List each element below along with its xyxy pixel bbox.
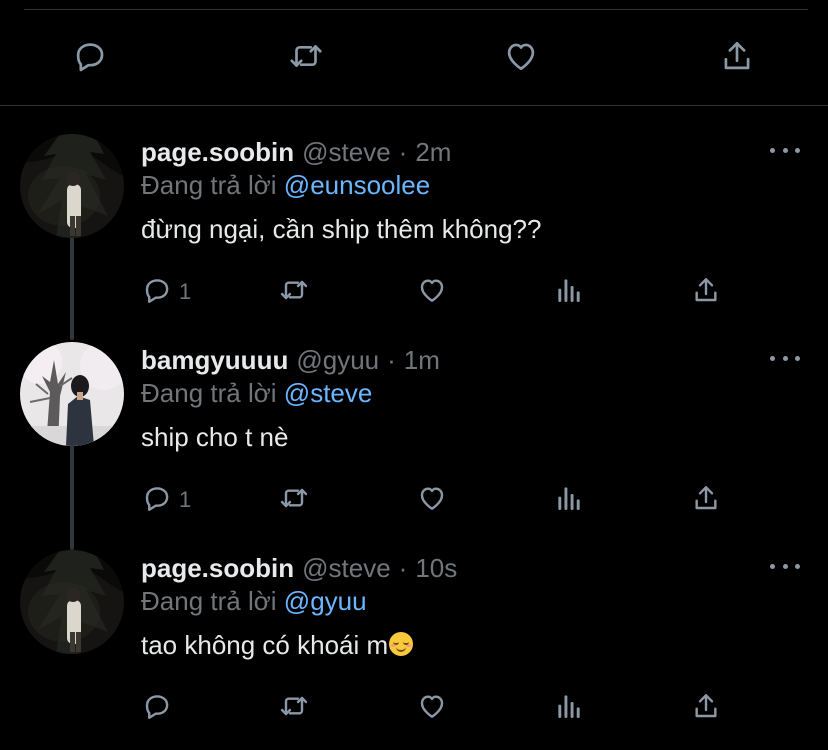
section-divider (0, 105, 828, 106)
display-name[interactable]: page.soobin (141, 137, 294, 168)
reply-button[interactable]: 1 (141, 272, 191, 312)
retweet-button[interactable] (278, 480, 310, 520)
user-handle[interactable]: @steve (302, 137, 391, 168)
analytics-icon (553, 482, 585, 519)
tweet-text: đừng ngại, cần ship thêm không?? (141, 214, 542, 244)
timestamp[interactable]: 1m (404, 345, 440, 376)
share-icon (718, 37, 756, 80)
separator-dot: · (398, 136, 408, 167)
tweet: page.soobin @steve · 10s Đang trả lời @g… (0, 550, 828, 750)
main-tweet-actions (0, 34, 828, 82)
analytics-button[interactable] (553, 688, 585, 728)
tweet-actions: 1 (0, 480, 828, 520)
timestamp[interactable]: 2m (415, 137, 451, 168)
replying-to-label: Đang trả lời (141, 378, 277, 408)
tweet-header: page.soobin @steve · 2m (141, 134, 451, 170)
tweet-actions: 1 (0, 272, 828, 312)
reply-button[interactable]: 1 (141, 480, 191, 520)
more-icon (770, 355, 800, 361)
more-icon (770, 563, 800, 569)
display-name[interactable]: bamgyuuuu (141, 345, 288, 376)
retweet-button[interactable] (278, 272, 310, 312)
share-button[interactable] (690, 480, 722, 520)
more-options-button[interactable] (770, 554, 800, 578)
replying-to-label: Đang trả lời (141, 170, 277, 200)
retweet-icon (278, 690, 310, 727)
replying-to: Đang trả lời @gyuu (141, 586, 367, 617)
like-icon (416, 482, 448, 519)
main-share-button[interactable] (713, 34, 761, 82)
user-handle[interactable]: @gyuu (296, 345, 379, 376)
retweet-icon (278, 274, 310, 311)
reply-icon (71, 37, 109, 80)
reply-button[interactable] (141, 688, 173, 728)
like-button[interactable] (416, 272, 448, 312)
share-icon (690, 482, 722, 519)
like-button[interactable] (416, 480, 448, 520)
tweet-header: page.soobin @steve · 10s (141, 550, 457, 586)
replying-to-label: Đang trả lời (141, 586, 277, 616)
more-options-button[interactable] (770, 138, 800, 162)
retweet-icon (278, 482, 310, 519)
retweet-button[interactable] (278, 688, 310, 728)
avatar[interactable] (20, 550, 124, 654)
separator-dot: · (398, 552, 408, 583)
like-icon (416, 690, 448, 727)
user-handle[interactable]: @steve (302, 553, 391, 584)
tweet-header: bamgyuuuu @gyuu · 1m (141, 342, 440, 378)
replying-to-mention[interactable]: @gyuu (284, 586, 367, 616)
tweet: bamgyuuuu @gyuu · 1m Đang trả lời @steve… (0, 342, 828, 542)
share-button[interactable] (690, 272, 722, 312)
main-reply-button[interactable] (66, 34, 114, 82)
retweet-icon (287, 37, 325, 80)
analytics-button[interactable] (553, 480, 585, 520)
reply-icon (141, 690, 173, 727)
replying-to-mention[interactable]: @eunsoolee (284, 170, 430, 200)
analytics-icon (553, 690, 585, 727)
avatar[interactable] (20, 342, 124, 446)
reply-count: 1 (179, 279, 192, 304)
timestamp[interactable]: 10s (415, 553, 457, 584)
like-button[interactable] (416, 688, 448, 728)
tweet-actions (0, 688, 828, 728)
replying-to-mention[interactable]: @steve (284, 378, 373, 408)
more-icon (770, 147, 800, 153)
reply-icon (141, 274, 173, 311)
display-name[interactable]: page.soobin (141, 553, 294, 584)
like-icon (416, 274, 448, 311)
tweet: page.soobin @steve · 2m Đang trả lời @eu… (0, 134, 828, 334)
tweet-text: tao không có khoái m (141, 630, 414, 661)
more-options-button[interactable] (770, 346, 800, 370)
tweet-text-content: tao không có khoái m (141, 630, 389, 660)
replying-to: Đang trả lời @eunsoolee (141, 170, 430, 201)
replying-to: Đang trả lời @steve (141, 378, 372, 409)
reply-icon (141, 482, 173, 519)
separator-dot: · (387, 344, 396, 375)
share-icon (690, 690, 722, 727)
share-button[interactable] (690, 688, 722, 728)
main-retweet-button[interactable] (282, 34, 330, 82)
tweet-text: ship cho t nè (141, 422, 289, 452)
share-icon (690, 274, 722, 311)
like-icon (502, 37, 540, 80)
analytics-button[interactable] (553, 272, 585, 312)
reply-count: 1 (179, 487, 192, 512)
avatar[interactable] (20, 134, 124, 238)
smiling-face-emoji (389, 632, 414, 656)
main-like-button[interactable] (497, 34, 545, 82)
analytics-icon (553, 274, 585, 311)
top-divider (24, 9, 808, 10)
